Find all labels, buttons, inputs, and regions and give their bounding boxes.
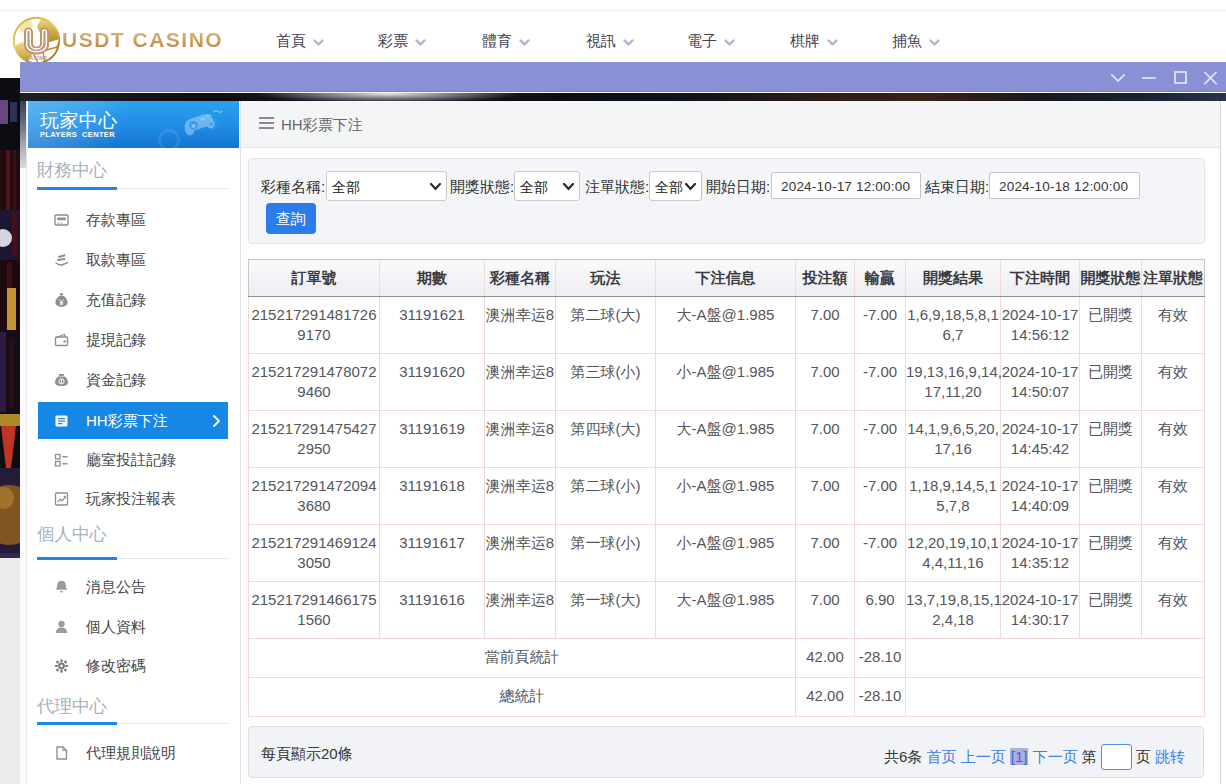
- svg-text:CASINO: CASINO: [25, 55, 47, 61]
